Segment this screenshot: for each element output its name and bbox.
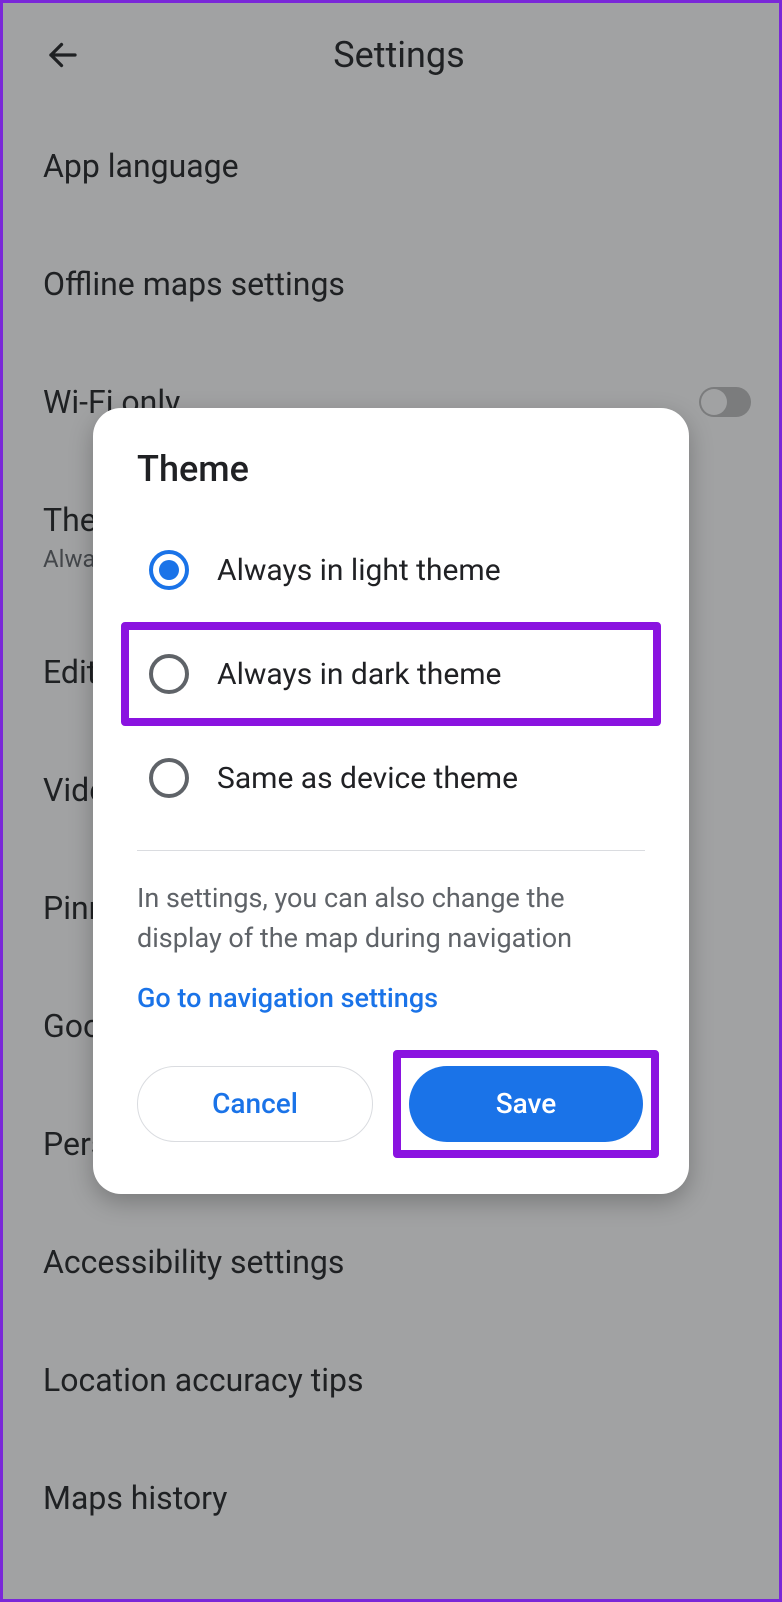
radio-unchecked-icon (149, 654, 189, 694)
navigation-settings-link[interactable]: Go to navigation settings (93, 982, 689, 1050)
radio-option-device[interactable]: Same as device theme (121, 726, 661, 830)
dialog-info-text: In settings, you can also change the dis… (93, 879, 689, 981)
save-button[interactable]: Save (409, 1066, 643, 1142)
radio-unchecked-icon (149, 758, 189, 798)
divider (137, 850, 645, 851)
save-button-highlight: Save (393, 1050, 659, 1158)
radio-label: Always in dark theme (217, 657, 501, 692)
radio-checked-icon (149, 550, 189, 590)
dialog-title: Theme (93, 448, 689, 518)
radio-label: Same as device theme (217, 761, 518, 796)
radio-label: Always in light theme (217, 553, 501, 588)
settings-screen: Settings App language Offline maps setti… (3, 3, 779, 1599)
dialog-actions: Cancel Save (93, 1050, 689, 1158)
radio-option-dark[interactable]: Always in dark theme (121, 622, 661, 726)
theme-radio-group: Always in light theme Always in dark the… (93, 518, 689, 830)
theme-dialog: Theme Always in light theme Always in da… (93, 408, 689, 1193)
cancel-button[interactable]: Cancel (137, 1066, 373, 1142)
dialog-scrim[interactable]: Theme Always in light theme Always in da… (3, 3, 779, 1599)
radio-option-light[interactable]: Always in light theme (121, 518, 661, 622)
